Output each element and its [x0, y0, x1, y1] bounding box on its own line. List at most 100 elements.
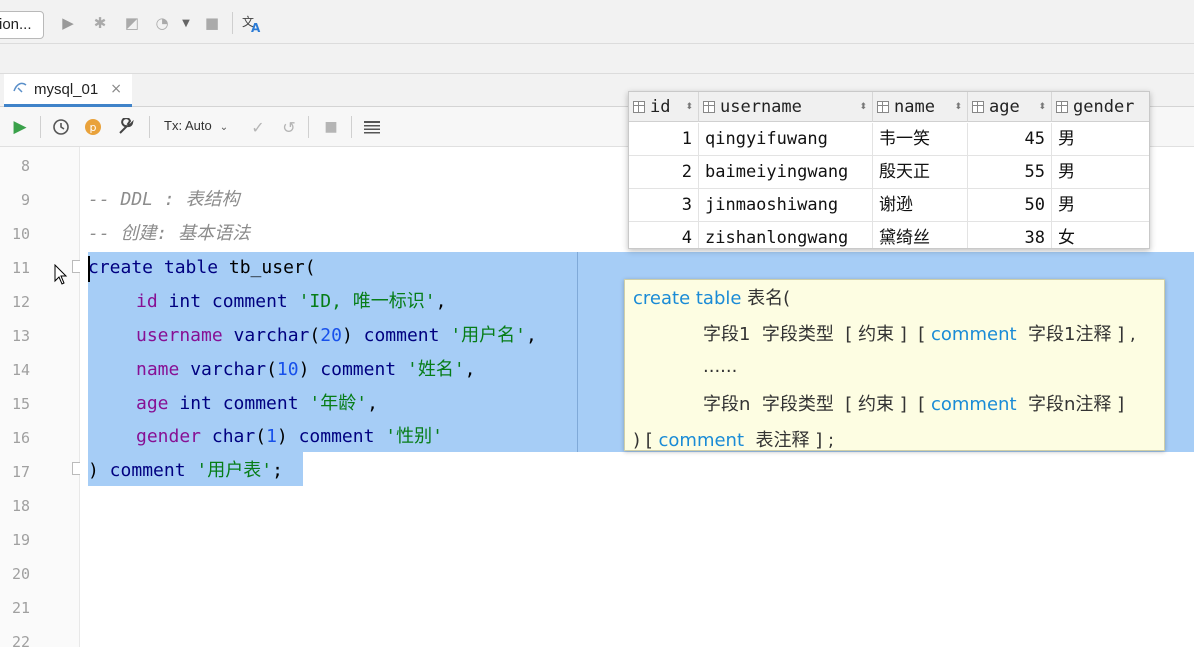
line-number: 16 [11, 429, 30, 447]
cell-name[interactable]: 韦一笑 [873, 123, 968, 156]
execute-icon[interactable]: ▶ [9, 116, 31, 138]
code-line-9[interactable]: -- DDL : 表结构 [88, 183, 240, 217]
cell-gender[interactable]: 男 [1052, 189, 1149, 222]
cell-name[interactable]: 黛绮丝 [873, 222, 968, 248]
line-number: 11 [11, 259, 30, 277]
table-row[interactable]: 4 zishanlongwang 黛绮丝 38 女 [629, 222, 1149, 248]
sql-punct: ; [272, 460, 283, 481]
cell-id[interactable]: 3 [629, 189, 699, 222]
history-icon[interactable] [50, 116, 72, 138]
run-icon[interactable]: ▶ [58, 13, 78, 33]
table-view-icon[interactable] [361, 116, 383, 138]
sql-string: 'ID, 唯一标识' [287, 291, 436, 312]
cell-username[interactable]: zishanlongwang [699, 222, 873, 248]
tooltip-line-1: create table 表名( [633, 284, 790, 310]
tooltip-line-4: 字段n 字段类型 [ 约束 ] [ comment 字段n注释 ] [703, 390, 1124, 416]
column-header-label: gender [1073, 97, 1135, 117]
tooltip-line-5: ) [ comment 表注释 ] ; [633, 426, 834, 452]
table-row[interactable]: 2 baimeiyingwang 殷天正 55 男 [629, 156, 1149, 189]
column-header-id[interactable]: id ⬍ [629, 92, 699, 122]
toolbar-band [0, 44, 1194, 74]
sql-identifier: tb_user( [218, 257, 316, 278]
sql-punct: ) [341, 325, 353, 346]
column-header-gender[interactable]: gender [1052, 92, 1149, 122]
line-number-gutter: 8 9 10 11 12 13 14 15 16 17 18 19 20 21 … [0, 147, 80, 647]
cell-age[interactable]: 45 [968, 123, 1052, 156]
translate-icon[interactable]: 文A [242, 13, 262, 33]
code-line-10[interactable]: -- 创建: 基本语法 [88, 217, 250, 251]
sql-type: int [168, 393, 212, 414]
cell-name[interactable]: 谢逊 [873, 189, 968, 222]
transaction-mode-dropdown[interactable]: Tx: Auto ⌄ [164, 118, 228, 133]
column-header-label: username [720, 97, 802, 117]
cell-gender[interactable]: 男 [1052, 123, 1149, 156]
main-toolbar: ion... ▶ ✱ ◩ ◔ ▼ ■ 文A [0, 0, 1194, 44]
code-line-15[interactable]: age int comment '年龄', [136, 387, 378, 421]
line-number: 17 [11, 463, 30, 481]
toolbar-divider [232, 12, 233, 34]
table-row[interactable]: 3 jinmaoshiwang 谢逊 50 男 [629, 189, 1149, 222]
cell-age[interactable]: 38 [968, 222, 1052, 248]
stop-icon[interactable]: ■ [320, 116, 342, 138]
table-row[interactable]: 1 qingyifuwang 韦一笑 45 男 [629, 123, 1149, 156]
code-line-12[interactable]: id int comment 'ID, 唯一标识', [136, 285, 446, 319]
result-grid[interactable]: id ⬍ username ⬍ name ⬍ age ⬍ gender 1 qingyi… [628, 91, 1150, 249]
cell-id[interactable]: 2 [629, 156, 699, 189]
code-line-17[interactable]: ) comment '用户表'; [88, 454, 283, 488]
cell-gender[interactable]: 女 [1052, 222, 1149, 248]
sql-keyword: comment [352, 325, 440, 346]
close-icon[interactable]: × [110, 81, 122, 97]
cell-id[interactable]: 4 [629, 222, 699, 248]
sort-icon[interactable]: ⬍ [1038, 102, 1046, 112]
chevron-down-icon: ⌄ [219, 122, 229, 133]
chevron-down-icon[interactable]: ▼ [176, 13, 196, 33]
sql-string: '用户名' [439, 325, 526, 346]
debug-icon[interactable]: ✱ [90, 13, 110, 33]
column-header-age[interactable]: age ⬍ [968, 92, 1052, 122]
cell-username[interactable]: baimeiyingwang [699, 156, 873, 189]
code-line-16[interactable]: gender char(1) comment '性别' [136, 420, 443, 454]
sql-type: varchar [179, 359, 267, 380]
tooltip-text: 字段1注释 ] , [1016, 324, 1136, 345]
cell-age[interactable]: 55 [968, 156, 1052, 189]
column-header-username[interactable]: username ⬍ [699, 92, 873, 122]
settings-wrench-icon[interactable] [115, 116, 137, 138]
code-line-13[interactable]: username varchar(20) comment '用户名', [136, 319, 537, 353]
sql-keyword: comment [98, 460, 186, 481]
sort-icon[interactable]: ⬍ [859, 102, 867, 112]
sql-string: '姓名' [396, 359, 465, 380]
tooltip-text: 字段n注释 ] [1016, 394, 1125, 415]
cell-username[interactable]: jinmaoshiwang [699, 189, 873, 222]
sql-keyword: create table [88, 257, 219, 278]
toolbar-divider [308, 116, 309, 138]
tooltip-keyword: comment [658, 430, 745, 451]
pin-icon[interactable]: p [82, 116, 104, 138]
text-caret [88, 256, 90, 282]
rollback-icon[interactable]: ↺ [278, 116, 300, 138]
toolbar-divider [149, 116, 150, 138]
stop-icon[interactable]: ■ [202, 13, 222, 33]
coverage-icon[interactable]: ◩ [122, 13, 142, 33]
sort-icon[interactable]: ⬍ [954, 102, 962, 112]
line-number: 9 [20, 191, 30, 209]
commit-check-icon[interactable]: ✓ [247, 116, 269, 138]
sql-punct: , [435, 291, 447, 312]
code-line-11[interactable]: create table tb_user( [88, 251, 316, 285]
column-name: name [136, 359, 180, 380]
cell-id[interactable]: 1 [629, 123, 699, 156]
cell-gender[interactable]: 男 [1052, 156, 1149, 189]
cell-username[interactable]: qingyifuwang [699, 123, 873, 156]
cell-age[interactable]: 50 [968, 189, 1052, 222]
code-line-14[interactable]: name varchar(10) comment '姓名', [136, 353, 476, 387]
sql-keyword: comment [211, 393, 299, 414]
sort-icon[interactable]: ⬍ [685, 102, 693, 112]
column-header-label: name [894, 97, 935, 117]
tooltip-text: 字段n 字段类型 [ 约束 ] [ [703, 394, 931, 415]
column-header-name[interactable]: name ⬍ [873, 92, 968, 122]
sql-string: '性别' [374, 426, 443, 447]
tab-mysql-01[interactable]: mysql_01 × [4, 74, 132, 107]
cell-name[interactable]: 殷天正 [873, 156, 968, 189]
run-configuration-selector[interactable]: ion... [0, 11, 44, 39]
tooltip-text: 表注释 ] ; [744, 430, 835, 451]
profile-icon[interactable]: ◔ [152, 13, 172, 33]
